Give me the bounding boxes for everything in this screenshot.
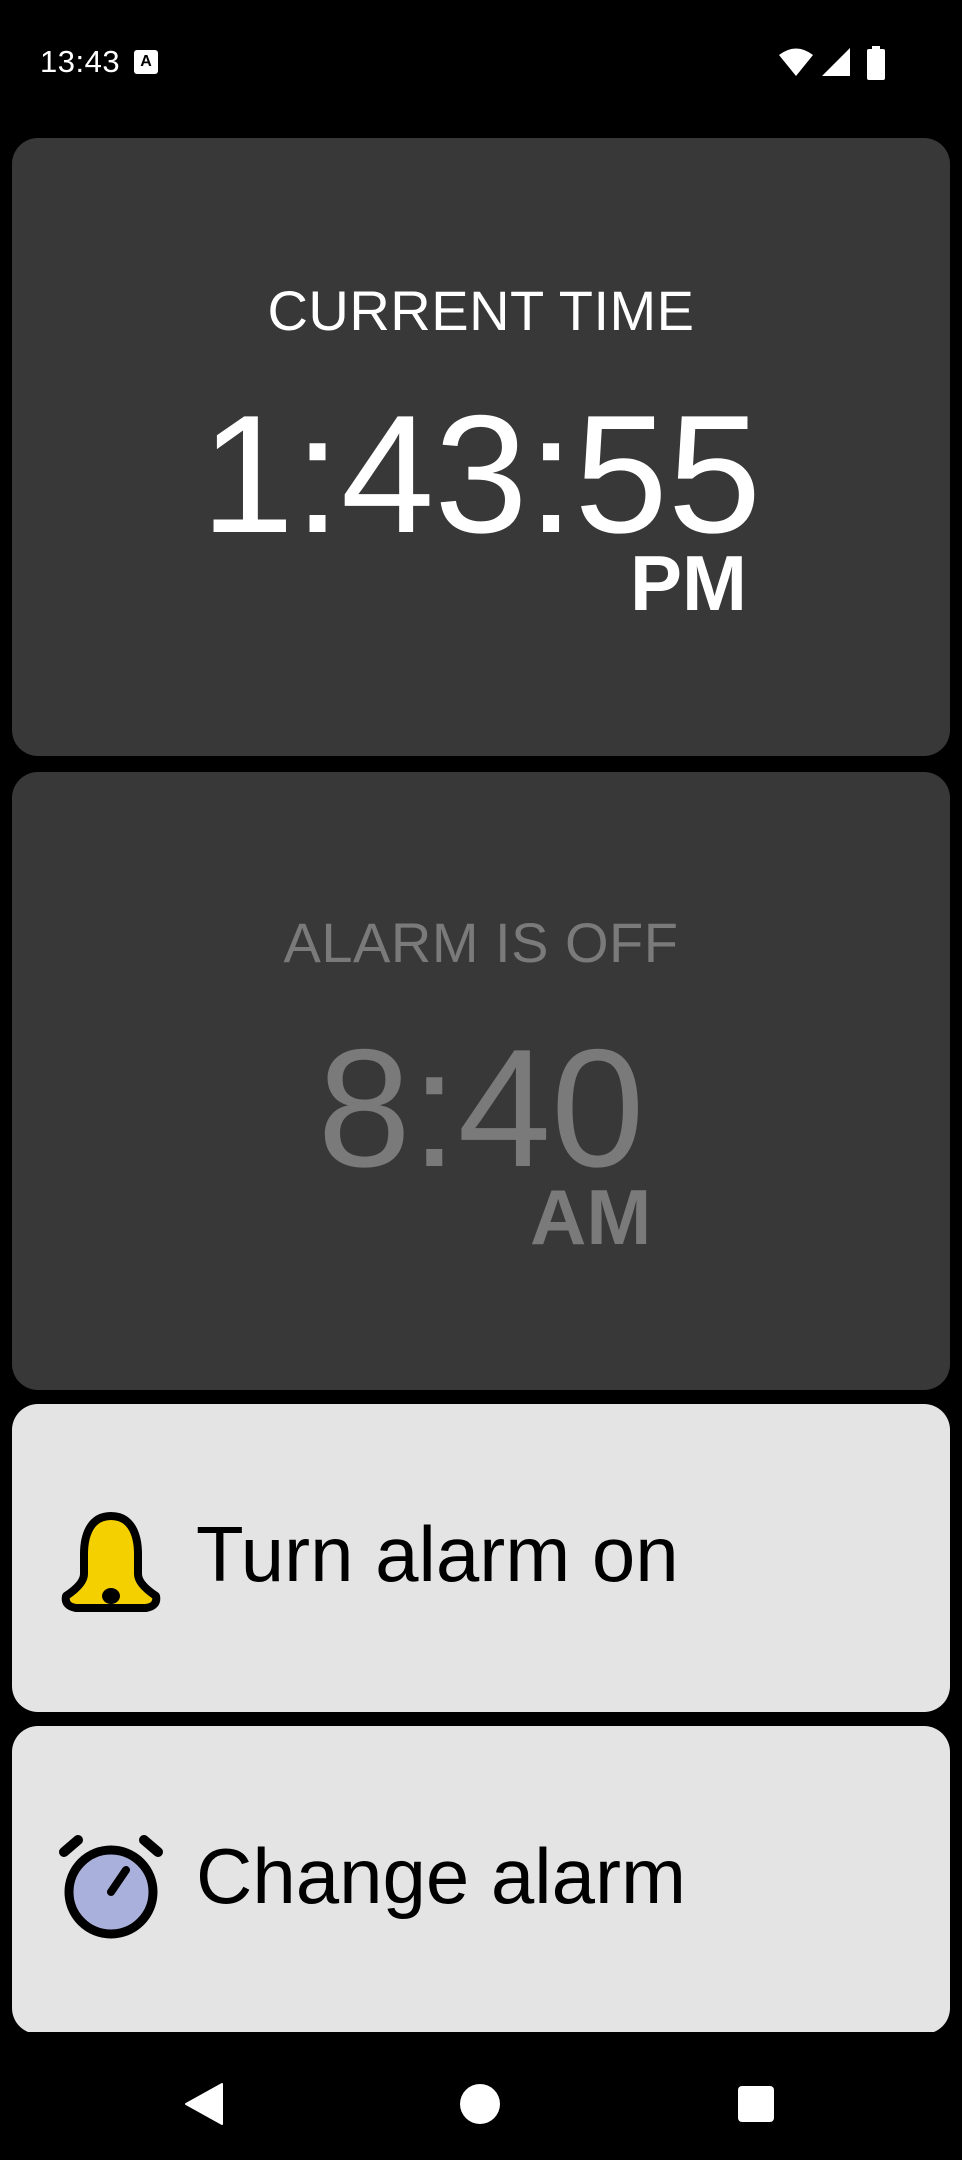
alarm-time-display: 8:40 xyxy=(317,1014,645,1202)
turn-alarm-on-label: Turn alarm on xyxy=(196,1510,679,1598)
status-bar: 13:43 A xyxy=(0,0,962,128)
back-button[interactable] xyxy=(184,2082,224,2126)
wifi-icon xyxy=(779,48,813,76)
current-time-heading: CURRENT TIME xyxy=(267,279,695,342)
alarm-clock-icon xyxy=(59,1835,163,1939)
home-button[interactable] xyxy=(460,2084,500,2124)
alarm-time-period: AM xyxy=(530,1173,652,1261)
change-alarm-button[interactable]: Change alarm xyxy=(12,1726,950,2034)
alarm-card: ALARM IS OFF 8:40 AM xyxy=(12,772,950,1390)
alarm-status-heading: ALARM IS OFF xyxy=(283,911,679,974)
current-time-card: CURRENT TIME 1:43:55 PM xyxy=(12,138,950,756)
turn-alarm-on-button[interactable]: Turn alarm on xyxy=(12,1404,950,1712)
signal-icon xyxy=(822,48,850,76)
current-time-period: PM xyxy=(630,539,747,627)
keyboard-indicator-icon: A xyxy=(134,50,158,74)
battery-icon xyxy=(867,46,885,80)
current-time-display: 1:43:55 xyxy=(200,380,762,568)
status-time: 13:43 xyxy=(40,44,121,79)
bell-icon xyxy=(61,1512,161,1612)
status-icons xyxy=(778,46,898,80)
change-alarm-label: Change alarm xyxy=(196,1832,686,1920)
recents-button[interactable] xyxy=(738,2086,774,2122)
